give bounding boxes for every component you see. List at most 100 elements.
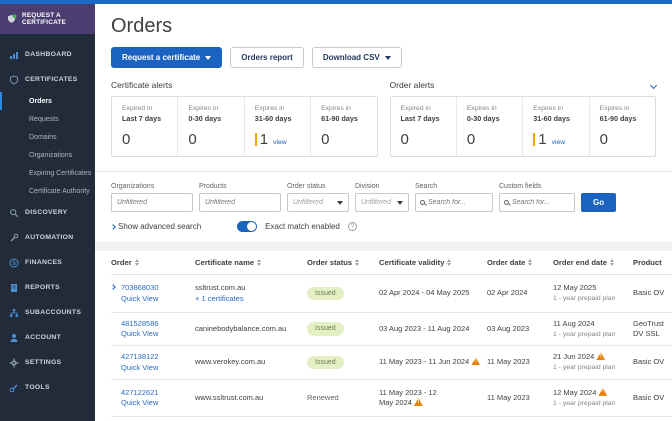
order-date: 11 May 2023 [487,357,547,367]
sidebar-item-dashboard[interactable]: DASHBOARD [0,42,95,67]
alert-cell-expired-last-7-days: Expired in Last 7 days 0 [112,97,178,156]
alert-cell-expires-0-30-days: Expires in 0-30 days 0 [178,97,244,156]
view-link[interactable]: view [273,139,287,148]
order-status-select[interactable]: Unfiltered [287,193,349,212]
search-icon [420,200,425,205]
certificate-validity: 11 May 2023 - 12 May 2024 [379,388,481,408]
download-csv-dropdown-button[interactable]: Download CSV [312,47,402,68]
search-input[interactable] [428,199,488,206]
advanced-search-row: Show advanced search Exact match enabled… [95,212,672,242]
sidebar-item-expiring-certificates[interactable]: Expiring Certificates [0,164,95,182]
sort-icon [528,259,532,266]
sidebar-item-finances[interactable]: $ FINANCES [0,250,95,275]
request-a-certificate-dropdown-button[interactable]: Request a certificate [111,47,222,68]
certificate-name: www.ssltrust.com.au [195,393,301,403]
column-header-order-end-date[interactable]: Order end date [553,258,627,267]
certificate-name: ssltrust.com.au [195,283,301,293]
exact-match-toggle[interactable] [237,221,257,232]
chevron-down-icon [205,56,211,60]
order-number-link[interactable]: 427138122 [121,352,189,362]
column-header-order-status[interactable]: Order status [307,258,373,267]
sidebar-item-discovery[interactable]: DISCOVERY [0,200,95,225]
plan-label: 1 - year prepaid plan [553,294,627,303]
subaccounts-icon [9,308,19,318]
quick-view-link[interactable]: Quick View [121,398,189,408]
sidebar-item-settings[interactable]: SETTINGS [0,350,95,375]
sidebar-item-tools[interactable]: TOOLS [0,375,95,400]
order-end-date: 12 May 2024 [553,388,627,398]
sidebar-item-account[interactable]: ACCOUNT [0,325,95,350]
column-header-certificate-validity[interactable]: Certificate validity [379,258,481,267]
products-filter-input[interactable] [199,193,281,212]
column-header-certificate-name[interactable]: Certificate name [195,258,301,267]
orders-report-button[interactable]: Orders report [230,47,304,68]
sidebar: REQUEST A CERTIFICATE DASHBOARD CERTIFIC… [0,4,95,421]
show-advanced-search-link[interactable]: Show advanced search [111,222,201,231]
svg-text:$: $ [12,260,16,267]
alert-cell-expired-last-7-days: Expired in Last 7 days 0 [391,97,457,156]
order-number-link[interactable]: 427122621 [121,388,189,398]
more-certificates-link[interactable]: + 1 certificates [195,294,301,304]
shield-plus-icon [7,14,17,24]
order-end-date: 21 Jun 2024 [553,352,627,362]
status-badge: Issued [307,322,344,335]
sidebar-item-certificates[interactable]: CERTIFICATES [0,67,95,92]
plan-label: 1 - year prepaid plan [553,399,627,408]
alert-cell-expires-61-90-days: Expires in 61-90 days 0 [590,97,655,156]
order-alerts-panel: Order alerts Expired in Last 7 days 0 Ex… [390,80,657,157]
certificate-name: caninebodybalance.com.au [195,324,301,334]
alert-count: 0 [600,131,655,148]
exact-match-label: Exact match enabled [265,222,340,231]
quick-view-link[interactable]: Quick View [121,329,189,339]
sidebar-item-organizations[interactable]: Organizations [0,146,95,164]
sidebar-item-domains[interactable]: Domains [0,128,95,146]
order-end-date: 11 Aug 2024 [553,319,627,329]
certificate-validity: 02 Apr 2024 - 04 May 2025 [379,288,481,298]
order-date: 11 May 2023 [487,393,547,403]
sort-icon [355,259,359,266]
tools-icon [9,383,19,393]
chevron-down-icon [337,201,343,205]
request-a-certificate-button[interactable]: REQUEST A CERTIFICATE [0,4,95,34]
certificates-icon [9,75,19,85]
sidebar-item-reports[interactable]: REPORTS [0,275,95,300]
alerts-section: Certificate alerts Expired in Last 7 day… [95,68,672,172]
organizations-filter-input[interactable] [111,193,193,212]
order-number-link[interactable]: 481528586 [121,319,189,329]
account-icon [9,333,19,343]
sidebar-item-subaccounts[interactable]: SUBACCOUNTS [0,300,95,325]
reports-icon [9,283,19,293]
alert-count: 0 [401,131,456,148]
alert-count: 0 [188,131,243,148]
quick-view-link[interactable]: Quick View [121,294,189,304]
custom-fields-search-input[interactable] [512,199,570,206]
product-name: Basic OV [633,288,672,298]
order-number-link[interactable]: 703868030 [121,283,189,293]
warning-icon [414,398,423,406]
column-header-order-date[interactable]: Order date [487,258,547,267]
order-end-date: 12 May 2025 [553,283,627,293]
quick-view-link[interactable]: Quick View [121,363,189,373]
sidebar-item-certificate-authority[interactable]: Certificate Authority [0,182,95,200]
page-title: Orders [111,15,656,38]
help-icon[interactable]: ? [348,222,357,231]
search-icon [504,200,509,205]
sidebar-item-orders[interactable]: Orders [0,92,95,110]
table-row: 703868030 Quick View ssltrust.com.au + 1… [111,275,672,313]
product-name: GeoTrust DV SSL [633,319,672,339]
column-header-order[interactable]: Order [111,258,189,267]
main-content: Orders Request a certificate Orders repo… [95,4,672,421]
go-button[interactable]: Go [581,193,616,212]
sort-icon [135,259,139,266]
warning-icon [598,388,607,396]
sidebar-item-automation[interactable]: AUTOMATION [0,225,95,250]
division-select[interactable]: Unfiltered [355,193,409,212]
view-link[interactable]: view [552,139,566,148]
collapse-chevron-icon[interactable] [650,81,657,88]
status-badge: Issued [307,287,344,300]
expand-row-chevron-icon[interactable] [110,285,116,291]
certificate-name: www.verokey.com.au [195,357,301,367]
table-row: 427122621 Quick View www.ssltrust.com.au… [111,380,672,417]
sidebar-item-requests[interactable]: Requests [0,110,95,128]
status-badge: Issued [307,356,344,369]
